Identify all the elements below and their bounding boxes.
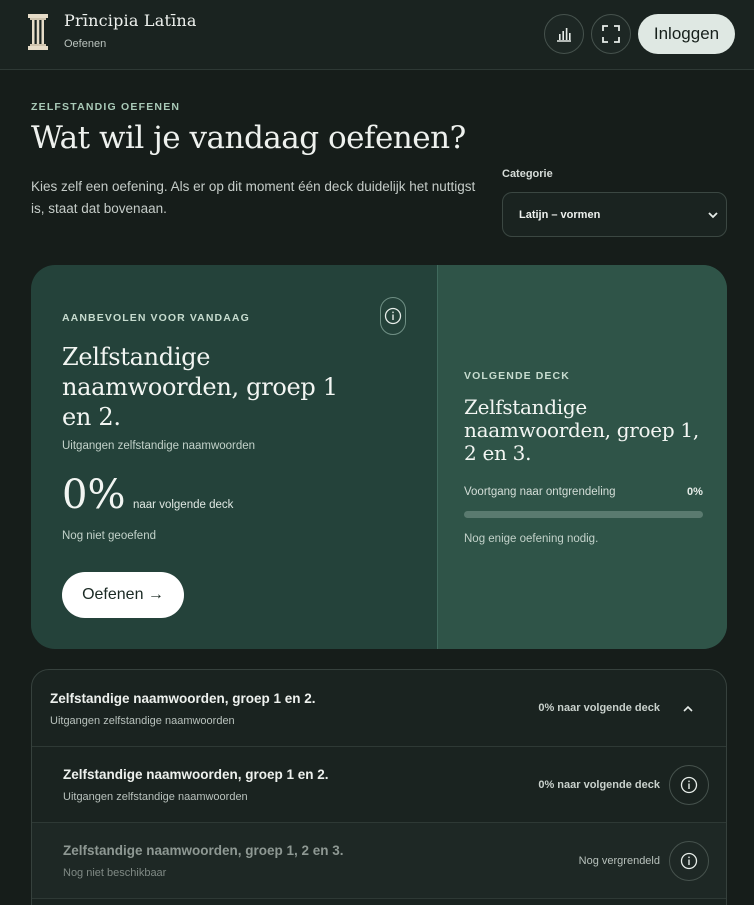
- info-icon: [680, 776, 698, 794]
- info-icon: [384, 307, 402, 325]
- section-label: Oefenen: [64, 38, 107, 50]
- login-button[interactable]: Inloggen: [638, 14, 735, 54]
- group-subtitle: Uitgangen zelfstandige naamwoorden: [50, 715, 235, 727]
- fullscreen-icon: [602, 25, 620, 43]
- category-selected-value: Latijn – vormen: [519, 208, 601, 221]
- deck-list: Zelfstandige naamwoorden, groep 1 en 2. …: [31, 669, 727, 905]
- column-pillar-logo: [28, 14, 48, 50]
- chevron-up-icon[interactable]: [681, 702, 695, 716]
- group-progress: 0% naar volgende deck: [538, 702, 660, 714]
- category-select[interactable]: Latijn – vormen: [502, 192, 727, 237]
- deck-subtitle: Uitgangen zelfstandige naamwoorden: [63, 791, 248, 803]
- info-icon: [680, 852, 698, 870]
- deck-subtitle: Nog niet beschikbaar: [63, 867, 167, 879]
- recommended-title: Zelfstandige naamwoorden, groep 1 en 2.: [62, 343, 338, 431]
- statistics-button[interactable]: [544, 14, 584, 54]
- recommended-subtitle: Uitgangen zelfstandige naamwoorden: [62, 440, 256, 452]
- next-deck-panel: VOLGENDE DECK Zelfstandige naamwoorden, …: [437, 265, 727, 649]
- recommended-card: AANBEVOLEN VOOR VANDAAG Zelfstandige naa…: [31, 265, 727, 649]
- app-title: Prīncipia Latīna: [64, 11, 197, 30]
- fullscreen-button[interactable]: [591, 14, 631, 54]
- category-label: Categorie: [502, 168, 553, 180]
- next-deck-title: Zelfstandige naamwoorden, groep 1, 2 en …: [464, 395, 699, 465]
- deck-title: Zelfstandige naamwoorden, groep 1 en 2.: [63, 767, 329, 782]
- deck-row[interactable]: Zelfstandige naamwoorden, groep 1 en 2. …: [32, 747, 726, 823]
- app-header: Prīncipia Latīna Oefenen Inloggen: [0, 0, 754, 70]
- unlock-progress-value: 0%: [687, 486, 703, 498]
- recommended-percent: 0%: [62, 472, 126, 518]
- deck-info-button[interactable]: [669, 765, 709, 805]
- deck-group-header[interactable]: Zelfstandige naamwoorden, groep 1 en 2. …: [32, 670, 726, 747]
- group-title: Zelfstandige naamwoorden, groep 1 en 2.: [50, 691, 316, 706]
- next-deck-eyebrow: VOLGENDE DECK: [464, 370, 570, 382]
- deck-row-locked[interactable]: Zelfstandige naamwoorden, groep 1, 2 en …: [32, 823, 726, 899]
- next-deck-note: Nog enige oefening nodig.: [464, 533, 599, 545]
- recommended-percent-label: naar volgende deck: [133, 499, 234, 511]
- recommended-status: Nog niet geoefend: [62, 530, 156, 542]
- deck-progress: 0% naar volgende deck: [538, 779, 660, 791]
- deck-title: Zelfstandige naamwoorden, groep 1, 2 en …: [63, 843, 344, 858]
- intro-description: Kies zelf een oefening. Als er op dit mo…: [31, 179, 476, 216]
- section-eyebrow: ZELFSTANDIG OEFENEN: [31, 101, 181, 113]
- page-title: Wat wil je vandaag oefenen?: [31, 120, 466, 156]
- deck-info-button[interactable]: [669, 841, 709, 881]
- unlock-progress-bar: [464, 511, 703, 518]
- chevron-down-icon: [708, 212, 718, 219]
- recommended-info-button[interactable]: [380, 297, 406, 335]
- practice-button[interactable]: Oefenen →: [62, 572, 184, 618]
- bar-chart-icon: [557, 28, 571, 42]
- unlock-progress-label: Voortgang naar ontgrendeling: [464, 486, 616, 498]
- recommended-eyebrow: AANBEVOLEN VOOR VANDAAG: [62, 312, 250, 324]
- deck-lock-status: Nog vergrendeld: [578, 855, 660, 867]
